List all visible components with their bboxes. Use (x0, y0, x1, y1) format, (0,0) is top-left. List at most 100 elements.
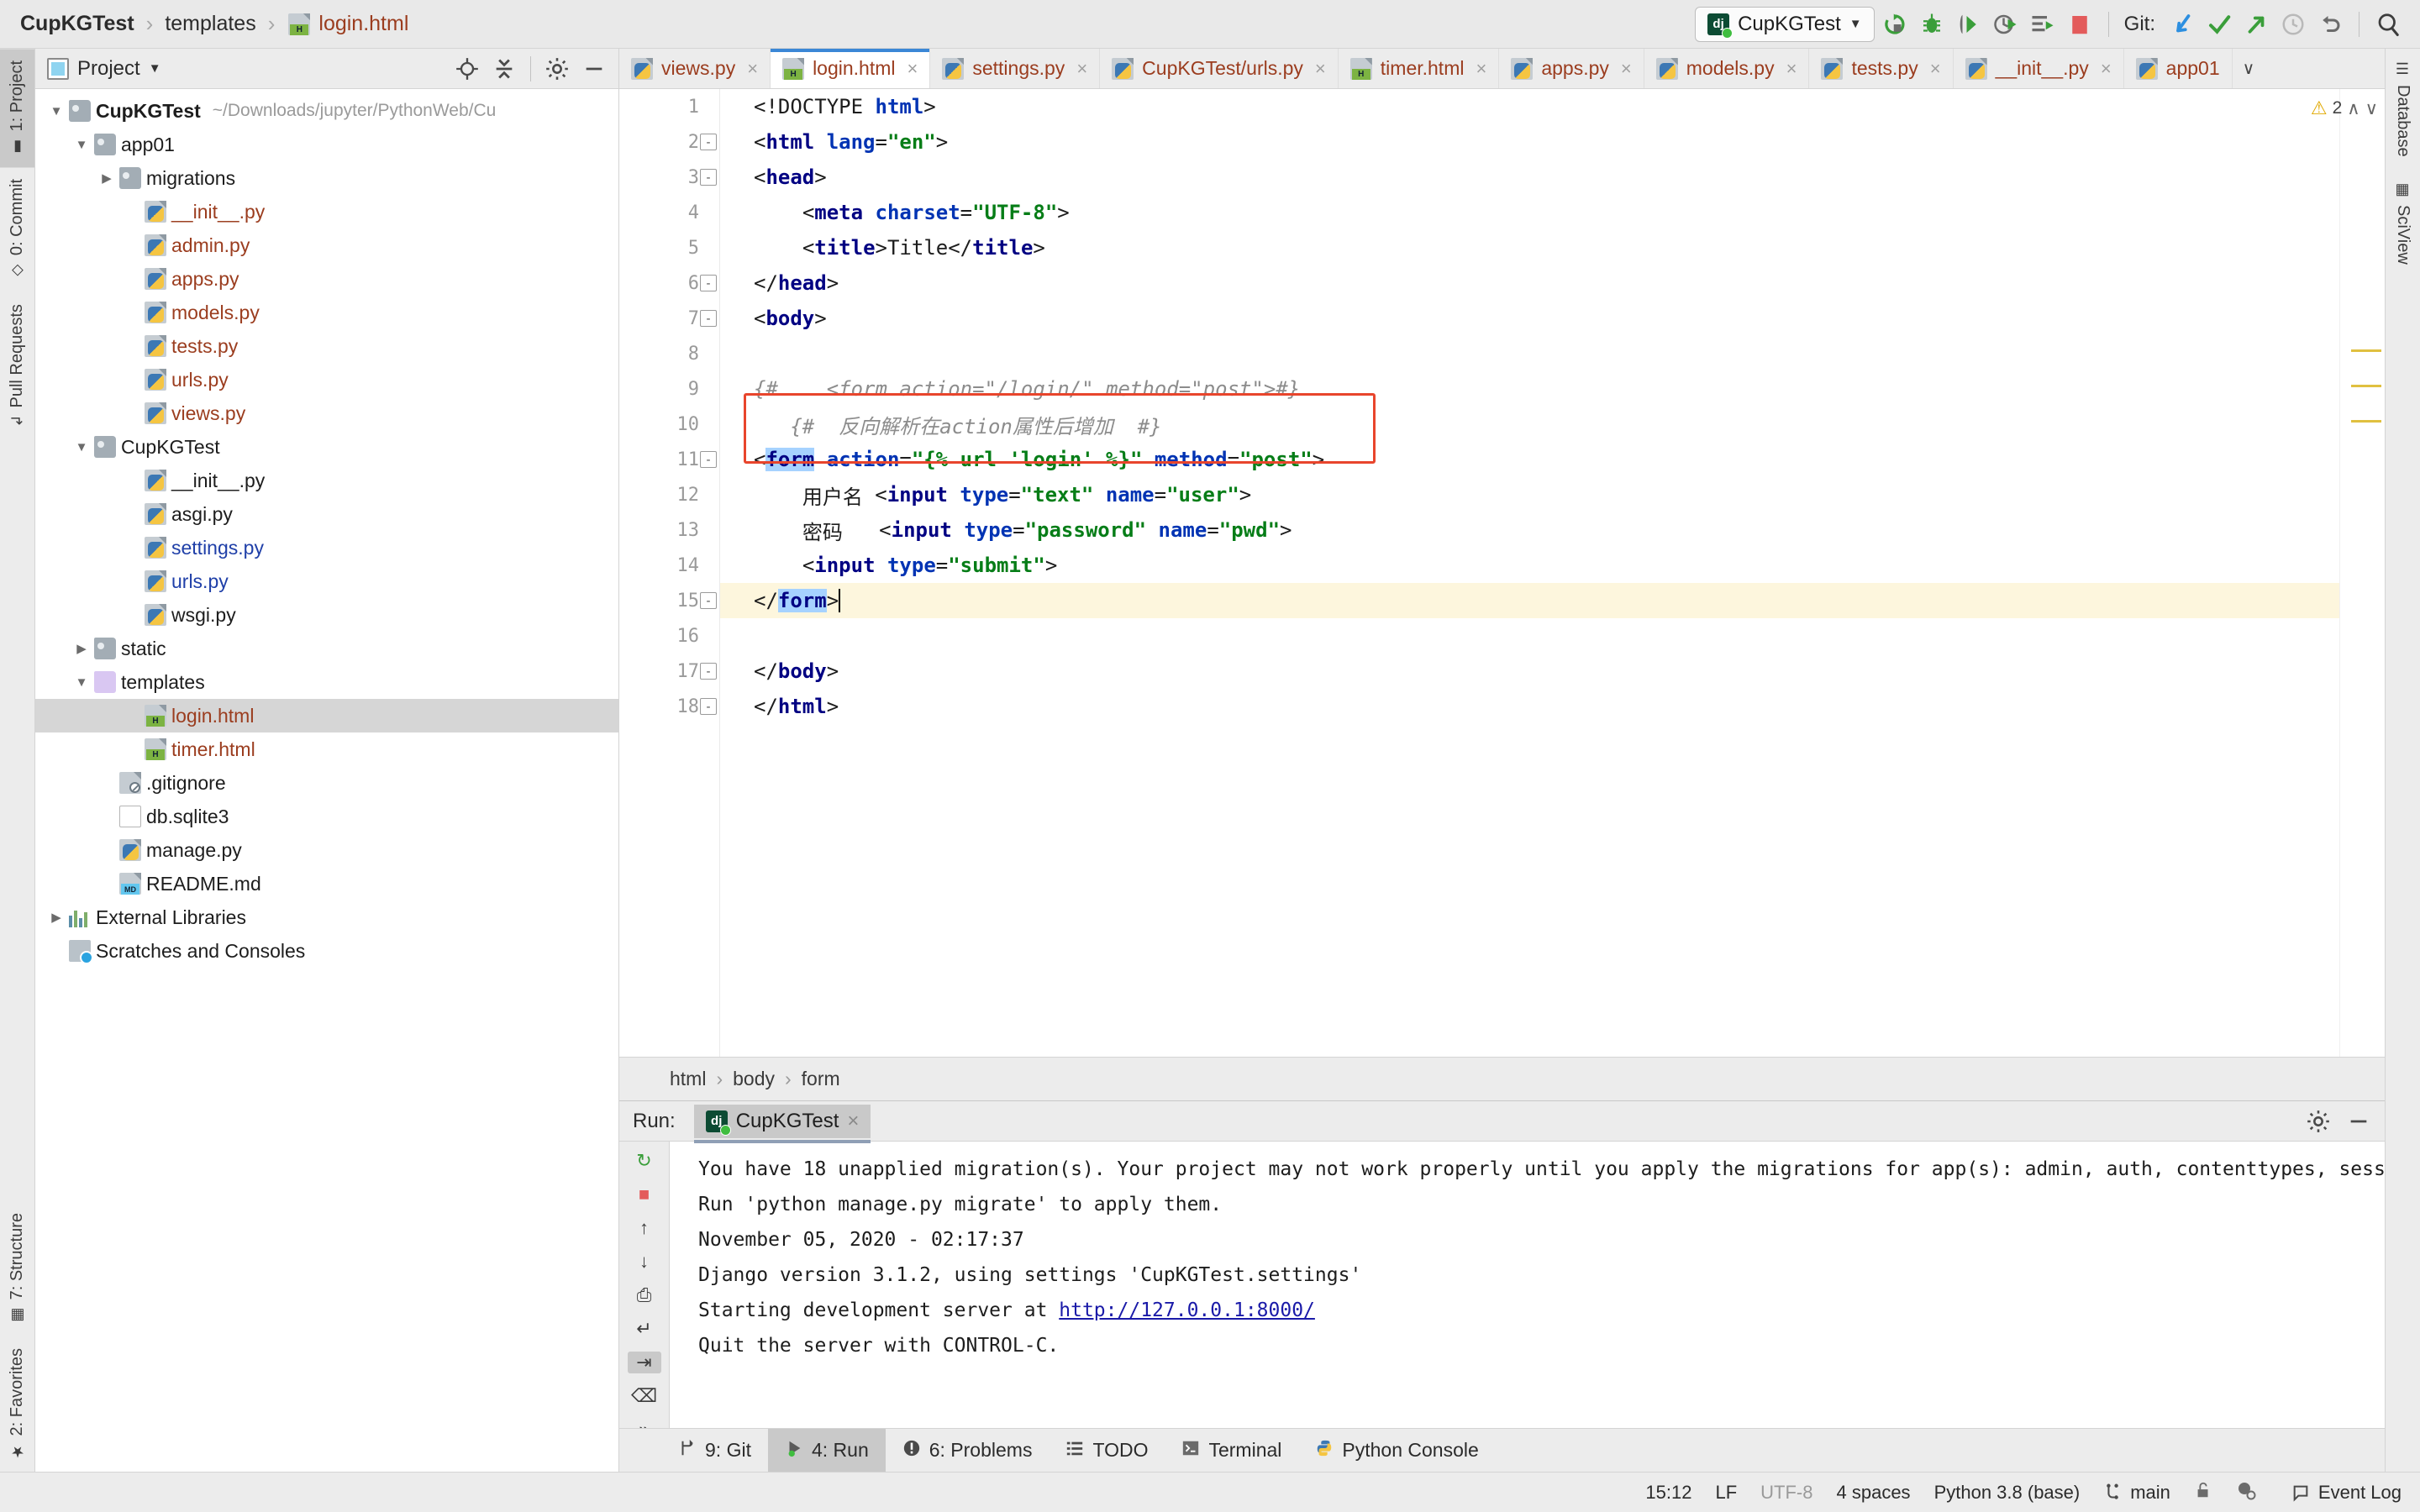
tree-item[interactable]: ▶ migrations (35, 161, 618, 195)
editor-tab-models-py[interactable]: models.py × (1644, 49, 1810, 88)
code-fold-icon[interactable]: - (700, 275, 717, 291)
indent-setting[interactable]: 4 spaces (1837, 1482, 1911, 1504)
tree-item[interactable]: apps.py (35, 262, 618, 296)
code-line[interactable]: < form action = "{% url 'login' %}" method =… (720, 442, 2339, 477)
search-icon[interactable] (2371, 8, 2405, 41)
tree-item[interactable]: asgi.py (35, 497, 618, 531)
code-fold-icon[interactable]: - (700, 698, 717, 715)
close-icon[interactable]: × (1930, 58, 1941, 80)
tree-item[interactable]: views.py (35, 396, 618, 430)
editor-tab-login-html[interactable]: Hlogin.html × (771, 49, 931, 88)
tree-item[interactable]: Scratches and Consoles (35, 934, 618, 968)
run-tests-button[interactable] (2026, 8, 2060, 41)
tree-twisty-icon[interactable]: ▶ (94, 171, 119, 186)
tree-item[interactable]: settings.py (35, 531, 618, 564)
tree-item[interactable]: ▶ External Libraries (35, 900, 618, 934)
bottom-tab-4-run[interactable]: 4: Run (767, 1429, 886, 1472)
tree-twisty-icon[interactable]: ▼ (69, 440, 94, 454)
tree-twisty-icon[interactable]: ▼ (69, 675, 94, 690)
editor-tab-cupkgtest-urls-py[interactable]: CupKGTest/urls.py × (1100, 49, 1339, 88)
git-commit-button[interactable] (2202, 8, 2236, 41)
locate-icon[interactable] (455, 56, 480, 81)
unlocked-icon[interactable] (2194, 1479, 2212, 1506)
editor-right-gutter[interactable]: ⚠ 2 ∧ ∨ (2311, 89, 2385, 1057)
tree-item[interactable]: admin.py (35, 228, 618, 262)
stop-button[interactable]: ■ (628, 1184, 661, 1205)
inspection-status[interactable]: ⚠ 2 ∧ ∨ (2311, 97, 2378, 119)
print-button[interactable]: ⎙ (628, 1284, 661, 1306)
rerun-button[interactable]: ↻ (628, 1150, 661, 1172)
soft-wrap-button[interactable]: ↵ (628, 1318, 661, 1340)
editor-tabs-more-button[interactable]: ∨ (2233, 49, 2265, 88)
bottom-tab-6-problems[interactable]: 6: Problems (886, 1429, 1050, 1472)
tree-item[interactable]: MD README.md (35, 867, 618, 900)
sidebar-item-commit[interactable]: ◇ 0: Commit (0, 167, 34, 291)
prev-problem-icon[interactable]: ∧ (2347, 98, 2360, 119)
code-fold-icon[interactable]: - (700, 451, 717, 468)
git-branch-widget[interactable]: main (2103, 1482, 2170, 1504)
file-encoding[interactable]: UTF-8 (1760, 1482, 1812, 1504)
hide-panel-icon[interactable] (581, 56, 607, 81)
bottom-tab-todo[interactable]: TODO (1049, 1429, 1165, 1472)
tree-twisty-icon[interactable]: ▶ (69, 641, 94, 656)
code-fold-icon[interactable]: - (700, 663, 717, 680)
bottom-tab-9-git[interactable]: 9: Git (661, 1429, 768, 1472)
tree-item[interactable]: Htimer.html (35, 732, 618, 766)
breadcrumb-item-file[interactable]: login.html (310, 12, 413, 36)
gear-icon[interactable] (2306, 1109, 2331, 1134)
close-icon[interactable]: × (1786, 58, 1797, 80)
tree-item[interactable]: urls.py (35, 363, 618, 396)
run-button[interactable] (1878, 8, 1912, 41)
python-interpreter[interactable]: Python 3.8 (base) (1934, 1482, 2081, 1504)
close-icon[interactable]: × (847, 1110, 859, 1133)
editor-gutter[interactable]: 1-2-3 4 5-6-7 8 9 10-11 12 13 14-15 16-17-18 (619, 89, 720, 1057)
code-line[interactable] (720, 618, 2339, 654)
tree-item[interactable]: db.sqlite3 (35, 800, 618, 833)
code-line[interactable]: </html > (720, 689, 2339, 724)
tree-twisty-icon[interactable]: ▶ (44, 910, 69, 925)
tree-item[interactable]: ▼ app01 (35, 128, 618, 161)
collapse-all-icon[interactable] (492, 56, 517, 81)
close-icon[interactable]: × (1315, 58, 1326, 80)
line-separator[interactable]: LF (1715, 1482, 1737, 1504)
gear-icon[interactable] (544, 56, 570, 81)
sidebar-item-project[interactable]: ▮ 1: Project (0, 49, 34, 168)
code-fold-icon[interactable]: - (700, 134, 717, 150)
tree-twisty-icon[interactable]: ▼ (69, 138, 94, 152)
close-icon[interactable]: × (747, 58, 758, 80)
code-line[interactable] (720, 336, 2339, 371)
git-history-button[interactable] (2276, 8, 2310, 41)
sidebar-item-database[interactable]: ☰ Database (2386, 49, 2420, 169)
code-line[interactable]: < html lang = "en" > (720, 124, 2339, 160)
code-line[interactable]: {# <form action="/login/" method="post">… (720, 371, 2339, 407)
run-tab-cupkgtest[interactable]: dj CupKGTest × (693, 1104, 871, 1143)
close-icon[interactable]: × (1476, 58, 1486, 80)
code-line[interactable]: 密码 < input type = "password" name = "pwd" > (720, 512, 2339, 548)
tree-item[interactable]: manage.py (35, 833, 618, 867)
event-log-button[interactable]: Event Log (2291, 1482, 2402, 1504)
close-icon[interactable]: × (2101, 58, 2112, 80)
code-line[interactable]: < input type = "submit" > (720, 548, 2339, 583)
close-icon[interactable]: × (908, 58, 918, 80)
tree-item[interactable]: wsgi.py (35, 598, 618, 632)
code-line[interactable]: < meta charset = "UTF-8" > (720, 195, 2339, 230)
code-line[interactable]: </body > (720, 654, 2339, 689)
editor-tab-views-py[interactable]: views.py × (619, 49, 771, 88)
editor-tab-settings-py[interactable]: settings.py × (930, 49, 1101, 88)
scroll-to-end-button[interactable]: ⇥ (627, 1352, 661, 1373)
run-console[interactable]: You have 18 unapplied migration(s). Your… (670, 1142, 2385, 1428)
close-icon[interactable]: × (1621, 58, 1632, 80)
code-fold-icon[interactable]: - (700, 310, 717, 327)
editor-tab-tests-py[interactable]: tests.py × (1809, 49, 1954, 88)
breadcrumb-item-templates[interactable]: templates (160, 12, 260, 36)
code-line[interactable]: < title > Ti t l e </title > (720, 230, 2339, 265)
code-line[interactable]: </head > (720, 265, 2339, 301)
git-rollback-button[interactable] (2313, 8, 2347, 41)
tree-item[interactable]: .gitignore (35, 766, 618, 800)
code-fold-icon[interactable]: - (700, 169, 717, 186)
caret-position[interactable]: 15:12 (1645, 1482, 1691, 1504)
next-problem-icon[interactable]: ∨ (2365, 98, 2378, 119)
console-link[interactable]: http://127.0.0.1:8000/ (1059, 1299, 1315, 1321)
up-button[interactable]: ↑ (628, 1217, 661, 1239)
stop-button[interactable] (2063, 8, 2096, 41)
